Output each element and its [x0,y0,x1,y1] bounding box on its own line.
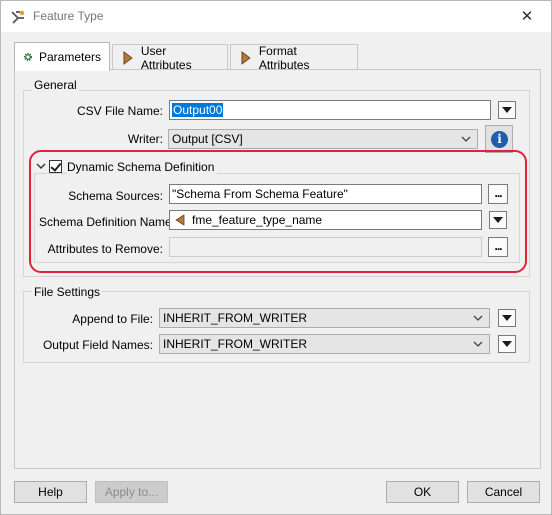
tab-user-attributes[interactable]: User Attributes [112,43,228,72]
close-icon: ✕ [520,8,534,25]
tab-label: User Attributes [140,43,192,72]
title-bar: Feature Type ✕ [1,1,551,32]
output-field-names-label: Output Field Names: [42,338,153,352]
tab-label: Format Attributes [258,43,310,72]
csv-file-name-label: CSV File Name: [76,104,163,118]
append-to-file-menu-button[interactable] [498,309,516,327]
csv-file-name-value: Output00 [172,103,224,117]
close-button[interactable]: ✕ [517,7,537,27]
writer-select[interactable]: Output [CSV] [168,129,478,149]
help-button[interactable]: Help [14,481,87,503]
gear-icon [23,52,33,62]
window-title: Feature Type [33,9,104,23]
apply-to-button[interactable]: Apply to... [95,481,168,503]
append-to-file-value: INHERIT_FROM_WRITER [163,311,307,325]
writer-label: Writer: [127,132,163,146]
append-to-file-label: Append to File: [72,312,153,326]
ok-button[interactable]: OK [386,481,459,503]
file-settings-group-label: File Settings [32,285,103,299]
attribute-arrow-icon [123,50,133,65]
writer-info-button[interactable]: i [485,125,513,153]
attribute-arrow-icon [241,50,251,65]
csv-file-name-menu-button[interactable] [498,101,516,119]
chevron-down-icon [473,315,483,321]
writer-value: Output [CSV] [172,132,243,146]
output-field-names-value: INHERIT_FROM_WRITER [163,337,307,351]
tab-format-attributes[interactable]: Format Attributes [230,43,358,72]
tab-label: Parameters [38,50,101,64]
output-field-names-select[interactable]: INHERIT_FROM_WRITER [159,334,490,354]
info-icon: i [491,131,508,148]
general-group-label: General [32,78,79,92]
output-field-names-menu-button[interactable] [498,335,516,353]
feature-type-dialog: Feature Type ✕ Parameters User Attribute… [0,0,552,515]
fme-transformer-icon [11,10,25,24]
highlight-annotation [29,150,527,273]
tab-parameters[interactable]: Parameters [14,42,110,71]
cancel-button[interactable]: Cancel [467,481,540,503]
append-to-file-select[interactable]: INHERIT_FROM_WRITER [159,308,490,328]
chevron-down-icon [461,136,471,142]
chevron-down-icon [473,341,483,347]
csv-file-name-input[interactable]: Output00 [169,100,491,120]
